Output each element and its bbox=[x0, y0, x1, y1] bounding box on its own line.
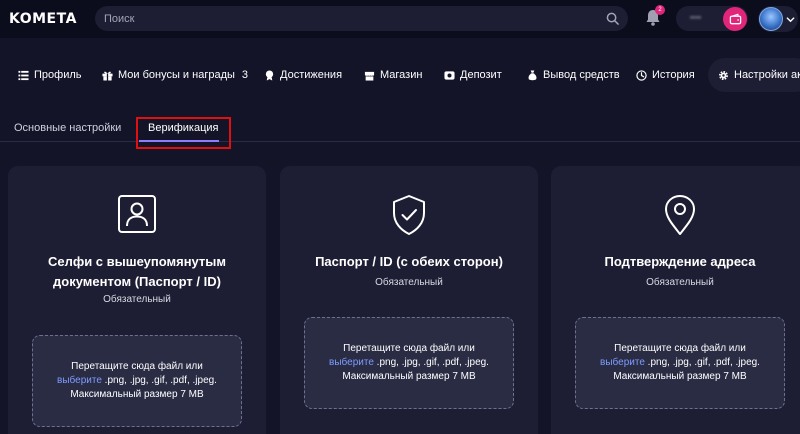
top-header: KOMETA 2 •••• bbox=[0, 0, 800, 38]
location-pin-icon bbox=[665, 195, 695, 235]
file-dropzone[interactable]: Перетащите сюда файл или выберите .png, … bbox=[304, 317, 514, 409]
user-menu[interactable] bbox=[758, 6, 798, 32]
dropzone-line: Перетащите сюда файл или bbox=[343, 343, 475, 354]
notification-badge: 2 bbox=[655, 5, 665, 15]
dropzone-line: Перетащите сюда файл или bbox=[71, 361, 203, 372]
dropzone-formats-line: выберите .png, .jpg, .gif, .pdf, .jpeg. bbox=[600, 356, 760, 370]
file-dropzone[interactable]: Перетащите сюда файл или выберите .png, … bbox=[575, 317, 785, 409]
nav-label: Достижения bbox=[280, 69, 343, 81]
highlight-annotation bbox=[136, 117, 231, 149]
verification-card-address: Подтверждение адреса Обязательный Перета… bbox=[551, 166, 800, 434]
dropzone-formats: .png, .jpg, .gif, .pdf, .jpeg. bbox=[644, 357, 760, 368]
dropzone-formats: .png, .jpg, .gif, .pdf, .jpeg. bbox=[101, 375, 217, 386]
choose-file-link[interactable]: выберите bbox=[57, 375, 102, 386]
nav-label: Мои бонусы и награды bbox=[118, 69, 235, 81]
choose-file-link[interactable]: выберите bbox=[600, 357, 645, 368]
dropzone-formats-line: выберите .png, .jpg, .gif, .pdf, .jpeg. bbox=[57, 374, 217, 388]
card-title: Паспорт / ID (с обеих сторон) bbox=[315, 254, 503, 269]
verification-card-passport: Паспорт / ID (с обеих сторон) Обязательн… bbox=[280, 166, 538, 434]
history-icon bbox=[636, 69, 647, 81]
bonus-count: 3 bbox=[241, 69, 249, 81]
dropzone-max-size: Максимальный размер 7 MB bbox=[70, 389, 204, 400]
search-bar[interactable] bbox=[95, 6, 628, 31]
settings-subtabs: Основные настройки Верификация bbox=[0, 114, 800, 142]
card-title-line: документом (Паспорт / ID) bbox=[53, 274, 221, 289]
achievement-icon bbox=[265, 69, 274, 81]
profile-icon bbox=[18, 70, 29, 80]
nav-item-shop[interactable]: Магазин bbox=[364, 58, 422, 92]
card-subtitle: Обязательный bbox=[646, 277, 714, 288]
nav-item-history[interactable]: История bbox=[636, 58, 695, 92]
nav-item-deposit[interactable]: Депозит bbox=[444, 58, 502, 92]
nav-item-bonuses[interactable]: Мои бонусы и награды 3 bbox=[102, 58, 248, 92]
nav-label: Настройки ак bbox=[734, 69, 800, 81]
settings-icon bbox=[719, 70, 728, 80]
nav-label: Магазин bbox=[380, 69, 423, 81]
file-dropzone[interactable]: Перетащите сюда файл или выберите .png, … bbox=[32, 335, 242, 427]
dropzone-formats: .png, .jpg, .gif, .pdf, .jpeg. bbox=[373, 357, 489, 368]
shop-icon bbox=[364, 71, 375, 81]
avatar[interactable] bbox=[759, 7, 783, 31]
card-title-line: Селфи с вышеупомянутым bbox=[47, 254, 227, 269]
verification-card-selfie: Селфи с вышеупомянутым документом (Паспо… bbox=[8, 166, 266, 434]
nav-item-achievements[interactable]: Достижения bbox=[264, 58, 342, 92]
shield-check-icon bbox=[393, 195, 425, 235]
nav-item-settings[interactable]: Настройки ак bbox=[708, 58, 800, 92]
dropzone-max-size: Максимальный размер 7 MB bbox=[342, 371, 476, 382]
nav-label: Профиль bbox=[34, 69, 82, 81]
wallet-button[interactable] bbox=[723, 7, 747, 31]
deposit-icon bbox=[444, 70, 455, 80]
choose-file-link[interactable]: выберите bbox=[329, 357, 374, 368]
withdraw-icon bbox=[528, 69, 537, 80]
dropzone-line: Перетащите сюда файл или bbox=[614, 343, 746, 354]
kometa-logo[interactable]: KOMETA bbox=[9, 11, 77, 27]
nav-item-profile[interactable]: Профиль bbox=[18, 58, 82, 92]
chevron-down-icon[interactable] bbox=[786, 15, 795, 24]
dropzone-formats-line: выберите .png, .jpg, .gif, .pdf, .jpeg. bbox=[329, 356, 489, 370]
search-input[interactable] bbox=[95, 12, 585, 25]
card-title: Подтверждение адреса bbox=[604, 254, 756, 269]
selfie-id-icon bbox=[118, 195, 156, 233]
dropzone-max-size: Максимальный размер 7 MB bbox=[613, 371, 747, 382]
wallet-icon bbox=[729, 13, 741, 24]
nav-label: Вывод средств bbox=[543, 69, 620, 81]
notifications-button[interactable]: 2 bbox=[642, 5, 665, 29]
nav-item-withdraw[interactable]: Вывод средств bbox=[527, 58, 620, 92]
account-nav: Профиль Мои бонусы и награды 3 Достижени… bbox=[0, 58, 800, 92]
card-subtitle: Обязательный bbox=[375, 277, 443, 288]
card-subtitle: Обязательный bbox=[103, 294, 171, 305]
nav-label: История bbox=[652, 69, 695, 81]
nav-label: Депозит bbox=[460, 69, 502, 81]
balance-amount: •••• bbox=[690, 13, 702, 22]
gift-icon bbox=[102, 71, 113, 81]
search-icon[interactable] bbox=[606, 12, 619, 25]
tab-basic-settings[interactable]: Основные настройки bbox=[14, 122, 121, 134]
card-title: Селфи с вышеупомянутым документом (Паспо… bbox=[8, 252, 266, 292]
